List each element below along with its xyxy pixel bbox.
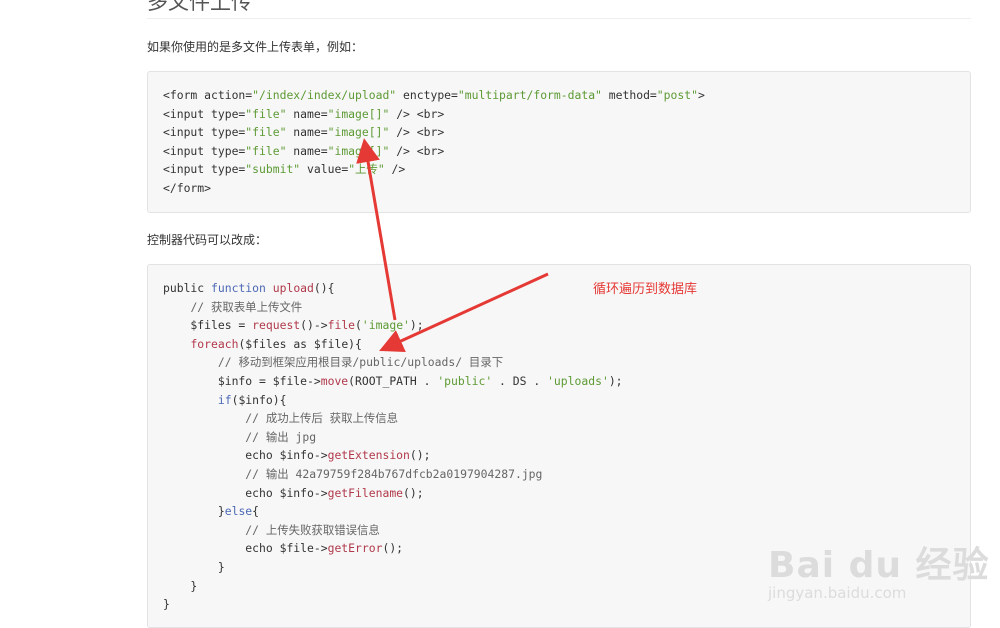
annotation-arrows — [356, 138, 549, 352]
watermark-logo: Bai du 经验 — [768, 545, 990, 586]
arrow-left — [379, 272, 549, 352]
arrow-up — [356, 138, 397, 321]
baidu-watermark: Bai du 经验 jingyan.baidu.com — [768, 536, 990, 602]
